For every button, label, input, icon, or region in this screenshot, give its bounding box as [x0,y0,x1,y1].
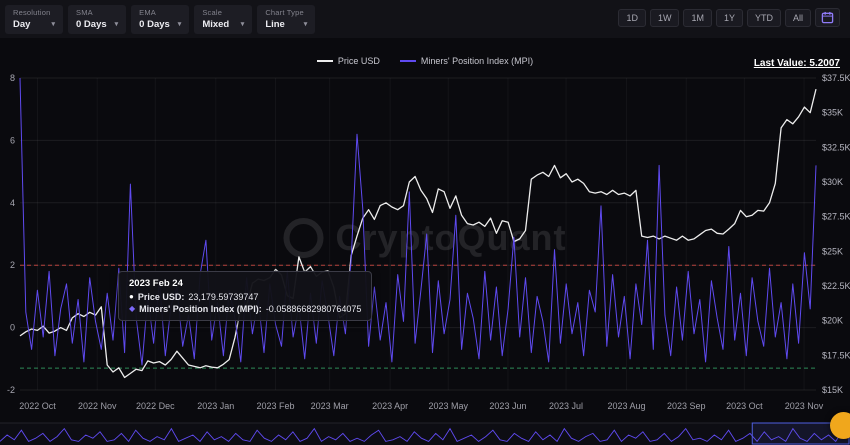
y-right-tick-label: $32.5K [822,142,850,152]
y-right-tick-label: $15K [822,385,843,395]
tooltip-date: 2023 Feb 24 [129,278,361,289]
legend-item-mpi[interactable]: Miners' Position Index (MPI) [400,56,533,66]
x-tick-label: 2023 Sep [667,401,706,411]
chart-canvas[interactable]: 8 6 4 2 0 -2 $37.5K $35K $32.5K $30K $27.5K $25K $22… [0,0,850,445]
control-label: Chart Type [265,8,307,17]
x-tick-label: 2023 May [428,401,468,411]
control-chart-type[interactable]: Chart Type Line ▾ [257,5,315,34]
x-tick-label: 2023 Jan [197,401,234,411]
control-label: EMA [139,8,181,17]
range-button-1m[interactable]: 1M [683,9,712,27]
tooltip-price-value: 23,179.59739747 [188,292,258,302]
x-tick-label: 2023 Jul [549,401,583,411]
calendar-button[interactable] [815,8,840,27]
y-right-tick-label: $17.5K [822,350,850,360]
y-left-tick-label: 8 [10,73,15,83]
chevron-down-icon: ▾ [241,20,245,28]
range-button-1w[interactable]: 1W [650,9,680,27]
range-selector: 1D1W1M1YYTDAll [618,8,840,27]
last-value-number: 5.2007 [809,58,840,69]
control-label: Resolution [13,8,55,17]
control-value: Day [13,19,30,30]
legend-item-price[interactable]: Price USD [317,56,380,66]
x-tick-label: 2023 Aug [608,401,646,411]
chart-settings-controls: Resolution Day ▾ SMA 0 Days ▾ EMA 0 Days ▾ Scale M… [0,5,315,34]
control-ema[interactable]: EMA 0 Days ▾ [131,5,189,34]
chart-legend: Price USD Miners' Position Index (MPI) [0,56,850,66]
range-button-all[interactable]: All [785,9,811,27]
control-label: SMA [76,8,118,17]
mpi-marker-icon: ◆ [129,305,135,313]
tooltip-mpi-row: ◆ Miners' Position Index (MPI): -0.05886… [129,304,361,314]
tooltip-price-label: Price USD: [138,292,185,302]
last-value-label: Last Value: [754,58,807,69]
y-right-tick-label: $37.5K [822,73,850,83]
x-tick-label: 2023 Feb [257,401,295,411]
x-tick-label: 2023 Apr [372,401,408,411]
chart-tooltip: 2023 Feb 24 ● Price USD: 23,179.59739747… [118,271,372,321]
control-sma[interactable]: SMA 0 Days ▾ [68,5,126,34]
navigator-track[interactable] [0,423,850,445]
range-button-1d[interactable]: 1D [618,9,646,27]
control-scale[interactable]: Scale Mixed ▾ [194,5,252,34]
control-label: Scale [202,8,244,17]
x-tick-label: 2022 Nov [78,401,117,411]
chevron-down-icon: ▾ [51,20,55,28]
y-right-tick-label: $25K [822,246,843,256]
control-value: Mixed [202,19,229,30]
price-marker-icon: ● [129,293,134,301]
control-resolution[interactable]: Resolution Day ▾ [5,5,63,34]
x-tick-label: 2023 Oct [726,401,763,411]
calendar-icon [821,11,834,24]
toolbar: Resolution Day ▾ SMA 0 Days ▾ EMA 0 Days ▾ Scale M… [0,0,850,38]
legend-line-icon [400,60,416,62]
tooltip-price-row: ● Price USD: 23,179.59739747 [129,292,361,302]
y-left-tick-label: 0 [10,323,15,333]
control-value: 0 Days [76,19,107,30]
y-right-tick-label: $20K [822,316,843,326]
price-line [20,89,816,377]
chevron-down-icon: ▾ [304,20,308,28]
x-tick-label: 2023 Nov [785,401,824,411]
range-button-1y[interactable]: 1Y [716,9,743,27]
chevron-down-icon: ▾ [115,20,119,28]
legend-line-icon [317,60,333,62]
x-tick-label: 2023 Jun [489,401,526,411]
legend-label: Miners' Position Index (MPI) [421,56,533,66]
floating-action-button[interactable] [830,412,850,439]
range-button-ytd[interactable]: YTD [747,9,781,27]
chevron-down-icon: ▾ [178,20,182,28]
mpi-line [20,78,816,365]
y-right-tick-label: $27.5K [822,212,850,222]
y-left-tick-label: -2 [7,385,15,395]
y-right-tick-label: $30K [822,177,843,187]
x-tick-label: 2022 Dec [136,401,175,411]
legend-label: Price USD [338,56,380,66]
y-left-tick-label: 2 [10,260,15,270]
x-tick-label: 2022 Oct [19,401,56,411]
tooltip-mpi-value: -0.05886682980764075 [266,304,362,314]
y-left-tick-label: 6 [10,135,15,145]
x-tick-label: 2023 Mar [311,401,349,411]
tooltip-mpi-label: Miners' Position Index (MPI): [139,304,262,314]
control-value: 0 Days [139,19,170,30]
y-left-tick-label: 4 [10,198,15,208]
last-value[interactable]: Last Value: 5.2007 [754,58,840,69]
y-right-tick-label: $22.5K [822,281,850,291]
control-value: Line [265,19,285,30]
y-right-tick-label: $35K [822,108,843,118]
